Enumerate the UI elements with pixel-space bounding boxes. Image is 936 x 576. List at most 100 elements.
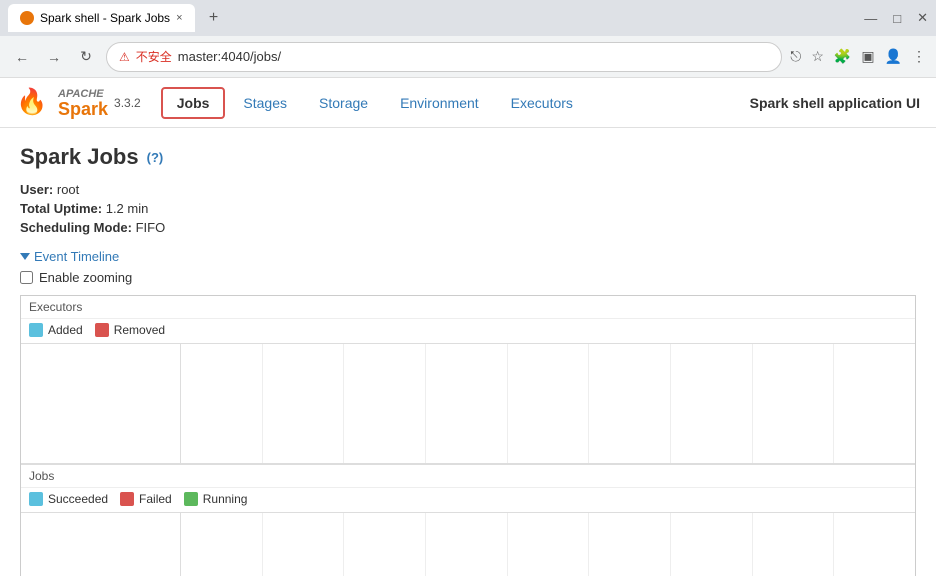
insecure-label: 不安全 — [136, 48, 172, 65]
grid-col-5 — [508, 344, 590, 463]
succeeded-legend-box — [29, 492, 43, 506]
refresh-button[interactable]: ↻ — [74, 45, 98, 69]
page-title: Spark Jobs (?) — [20, 144, 916, 170]
jobs-grid-col-9 — [834, 513, 915, 576]
address-text: master:4040/jobs/ — [178, 49, 281, 64]
spark-logo: 🔥 APACHE Spark 3.3.2 — [16, 85, 141, 121]
removed-label: Removed — [114, 323, 165, 337]
user-row: User: root — [20, 182, 916, 197]
grid-col-2 — [263, 344, 345, 463]
added-legend-box — [29, 323, 43, 337]
grid-col-9 — [834, 344, 915, 463]
jobs-label-col — [21, 513, 181, 576]
succeeded-label: Succeeded — [48, 492, 108, 506]
spark-header: 🔥 APACHE Spark 3.3.2 Jobs Stages Storage… — [0, 78, 936, 128]
uptime-row: Total Uptime: 1.2 min — [20, 201, 916, 216]
grid-lines — [181, 344, 915, 463]
user-label: User: — [20, 182, 53, 197]
jobs-label: Jobs — [21, 465, 915, 488]
grid-col-7 — [671, 344, 753, 463]
nav-stages[interactable]: Stages — [229, 89, 301, 117]
enable-zooming-label: Enable zooming — [39, 270, 132, 285]
svg-text:🔥: 🔥 — [16, 87, 47, 116]
jobs-grid-col-4 — [426, 513, 508, 576]
nav-storage[interactable]: Storage — [305, 89, 382, 117]
spark-version: 3.3.2 — [114, 96, 141, 110]
grid-col-8 — [753, 344, 835, 463]
running-legend-item: Running — [184, 492, 248, 506]
added-label: Added — [48, 323, 83, 337]
enable-zooming-checkbox[interactable] — [20, 271, 33, 284]
uptime-value: 1.2 min — [106, 201, 149, 216]
jobs-grid-col-5 — [508, 513, 590, 576]
address-actions: ⎋ ☆ 🧩 ▣ 👤 ⋮ — [790, 48, 926, 65]
user-value: root — [57, 182, 79, 197]
forward-button[interactable]: → — [42, 45, 66, 69]
scheduling-label: Scheduling Mode: — [20, 220, 132, 235]
timeline-chart: Executors Added Removed — [20, 295, 916, 576]
jobs-grid-col-1 — [181, 513, 263, 576]
spark-flame-icon: 🔥 — [16, 85, 52, 121]
close-button[interactable]: ✕ — [917, 10, 928, 26]
jobs-grid-col-8 — [753, 513, 835, 576]
grid-col-4 — [426, 344, 508, 463]
executors-grid-area — [181, 344, 915, 463]
app-title-text: Spark shell application UI — [750, 95, 920, 111]
split-icon[interactable]: ▣ — [861, 48, 874, 65]
main-content: Spark Jobs (?) User: root Total Uptime: … — [0, 128, 936, 576]
jobs-grid — [21, 512, 915, 576]
grid-col-3 — [344, 344, 426, 463]
extensions-icon[interactable]: 🧩 — [834, 48, 851, 65]
grid-col-6 — [589, 344, 671, 463]
browser-titlebar: Spark shell - Spark Jobs × + ― □ ✕ — [0, 0, 936, 36]
insecure-icon: ⚠ — [119, 50, 130, 64]
executors-label-col — [21, 344, 181, 463]
browser-tab[interactable]: Spark shell - Spark Jobs × — [8, 4, 195, 32]
grid-col-1 — [181, 344, 263, 463]
maximize-button[interactable]: □ — [893, 11, 901, 26]
nav-executors[interactable]: Executors — [497, 89, 587, 117]
tab-title: Spark shell - Spark Jobs — [40, 11, 170, 25]
address-bar[interactable]: ⚠ 不安全 master:4040/jobs/ — [106, 42, 782, 72]
executors-grid — [21, 343, 915, 463]
profile-icon[interactable]: 👤 — [885, 48, 902, 65]
executors-section: Executors Added Removed — [21, 296, 915, 464]
failed-legend-box — [120, 492, 134, 506]
more-icon[interactable]: ⋮ — [912, 48, 926, 65]
share-icon[interactable]: ⎋ — [790, 48, 801, 65]
jobs-grid-col-6 — [589, 513, 671, 576]
added-legend-item: Added — [29, 323, 83, 337]
removed-legend-box — [95, 323, 109, 337]
failed-label: Failed — [139, 492, 172, 506]
help-icon[interactable]: (?) — [147, 150, 164, 165]
scheduling-row: Scheduling Mode: FIFO — [20, 220, 916, 235]
jobs-legend: Succeeded Failed Running — [21, 488, 915, 512]
uptime-label: Total Uptime: — [20, 201, 102, 216]
jobs-grid-col-2 — [263, 513, 345, 576]
removed-legend-item: Removed — [95, 323, 165, 337]
jobs-section: Jobs Succeeded Failed Running — [21, 464, 915, 576]
executors-label: Executors — [21, 296, 915, 319]
jobs-grid-lines — [181, 513, 915, 576]
new-tab-button[interactable]: + — [201, 5, 227, 31]
browser-addressbar: ← → ↻ ⚠ 不安全 master:4040/jobs/ ⎋ ☆ 🧩 ▣ 👤 … — [0, 36, 936, 78]
spark-app-title: Spark shell application UI — [750, 95, 920, 111]
event-timeline-toggle[interactable]: Event Timeline — [20, 249, 916, 264]
tab-favicon — [20, 11, 34, 25]
triangle-down-icon — [20, 253, 30, 260]
jobs-grid-area — [181, 513, 915, 576]
tab-close-button[interactable]: × — [176, 12, 182, 24]
event-timeline-section: Event Timeline Enable zooming — [20, 249, 916, 285]
back-button[interactable]: ← — [10, 45, 34, 69]
jobs-grid-col-7 — [671, 513, 753, 576]
minimize-button[interactable]: ― — [864, 11, 877, 26]
nav-jobs[interactable]: Jobs — [161, 87, 226, 119]
page-title-text: Spark Jobs — [20, 144, 139, 170]
spark-nav: Jobs Stages Storage Environment Executor… — [161, 87, 750, 119]
enable-zoom-row: Enable zooming — [20, 270, 916, 285]
executors-legend: Added Removed — [21, 319, 915, 343]
running-legend-box — [184, 492, 198, 506]
running-label: Running — [203, 492, 248, 506]
bookmark-icon[interactable]: ☆ — [811, 48, 824, 65]
nav-environment[interactable]: Environment — [386, 89, 493, 117]
